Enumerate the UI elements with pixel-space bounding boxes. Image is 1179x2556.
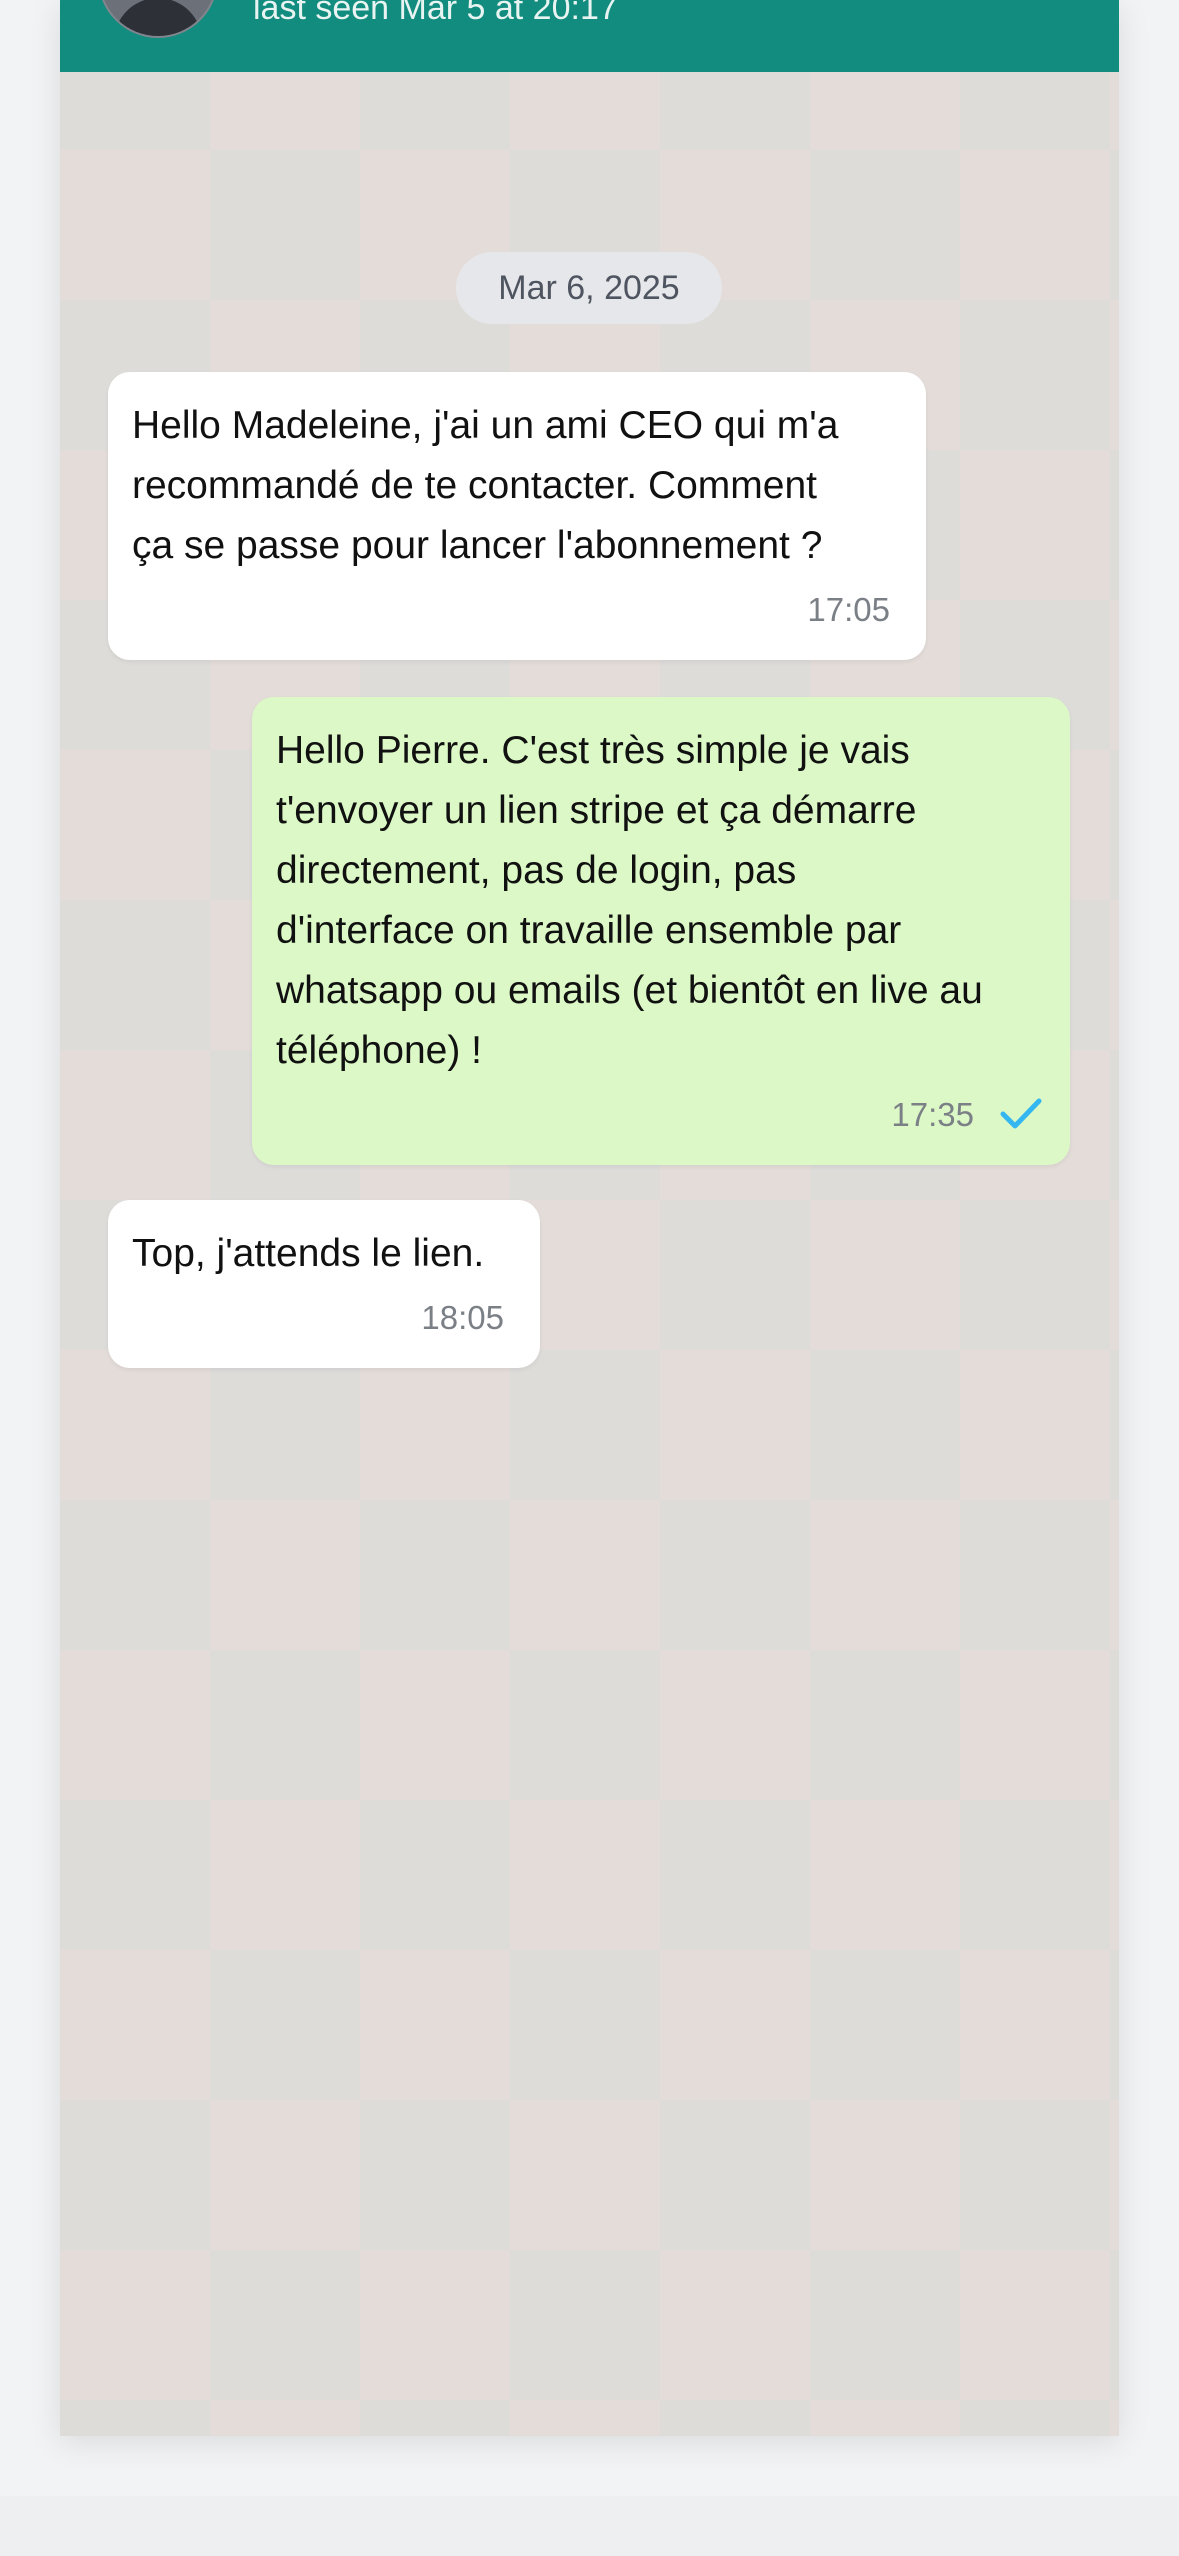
- bottom-strip: [0, 2496, 1179, 2556]
- message-line: d'interface on travaille ensemble par: [276, 909, 902, 952]
- single-check-icon: [1000, 1098, 1042, 1129]
- contact-avatar[interactable]: [98, 0, 218, 38]
- message-bubble-incoming[interactable]: Top, j'attends le lien. 18:05: [108, 1200, 540, 1368]
- message-text: Top, j'attends le lien.: [132, 1224, 484, 1284]
- message-line: directement, pas de login, pas: [276, 849, 797, 892]
- message-bubble-incoming[interactable]: Hello Madeleine, j'ai un ami CEO qui m'a…: [108, 372, 926, 660]
- message-line: t'envoyer un lien stripe et ça démarre: [276, 789, 917, 832]
- message-time: 17:05: [807, 591, 890, 628]
- avatar-body: [114, 0, 202, 36]
- message-list[interactable]: Mar 6, 2025 Hello Madeleine, j'ai un ami…: [60, 72, 1119, 2436]
- chat-screen: last seen Mar 5 at 20:17 Mar 6, 2025 Hel…: [60, 0, 1119, 2436]
- message-line: whatsapp ou emails (et bientôt en live a…: [276, 969, 983, 1012]
- message-line: téléphone) !: [276, 1029, 482, 1072]
- last-seen-status: last seen Mar 5 at 20:17: [253, 0, 618, 27]
- message-line: Top, j'attends le lien.: [132, 1232, 485, 1275]
- message-line: Hello Pierre. C'est très simple je vais: [276, 729, 910, 772]
- message-time: 18:05: [421, 1299, 504, 1336]
- date-separator: Mar 6, 2025: [456, 252, 722, 324]
- message-text: Hello Pierre. C'est très simple je vais …: [276, 721, 983, 1081]
- message-line: Hello Madeleine, j'ai un ami CEO qui m'a: [132, 404, 839, 447]
- chat-header[interactable]: last seen Mar 5 at 20:17: [60, 0, 1119, 72]
- message-line: recommandé de te contacter. Comment: [132, 464, 817, 507]
- message-bubble-outgoing[interactable]: Hello Pierre. C'est très simple je vais …: [252, 697, 1070, 1165]
- message-line: ça se passe pour lancer l'abonnement ?: [132, 524, 823, 567]
- message-time: 17:35: [891, 1096, 974, 1133]
- message-text: Hello Madeleine, j'ai un ami CEO qui m'a…: [132, 396, 838, 576]
